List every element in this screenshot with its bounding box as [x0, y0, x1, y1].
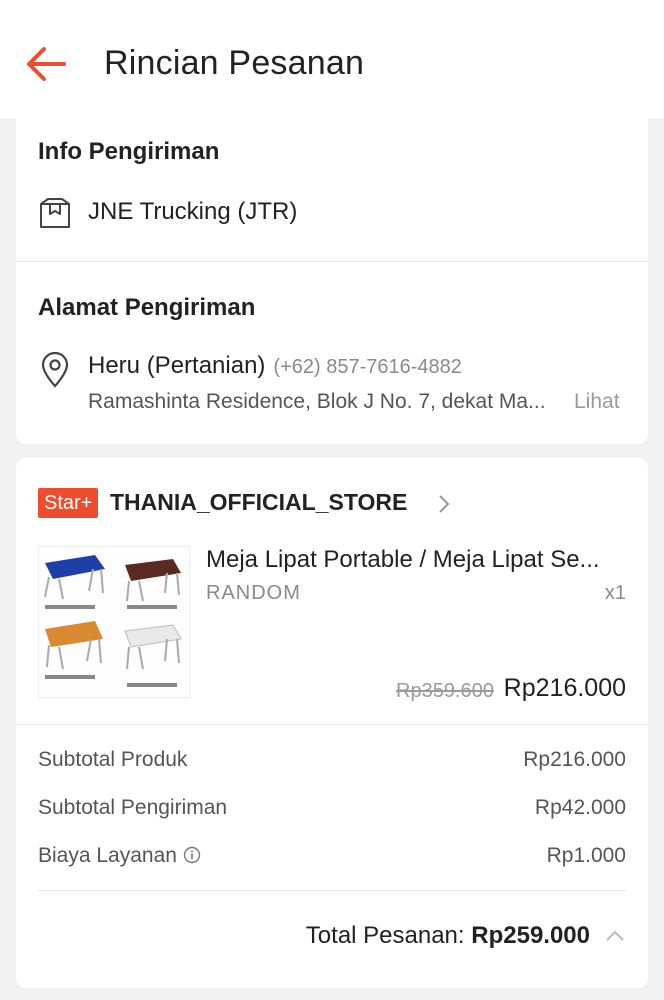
chevron-up-icon[interactable] — [604, 928, 626, 944]
summary-value-subtotal-shipping: Rp42.000 — [534, 796, 626, 819]
page-title: Rincian Pesanan — [104, 44, 365, 82]
address-title: Alamat Pengiriman — [38, 294, 256, 321]
summary-label-subtotal-product: Subtotal Produk — [38, 748, 188, 771]
product-quantity: x1 — [604, 582, 626, 604]
summary-value-subtotal-product: Rp216.000 — [523, 748, 626, 771]
order-total-value: Rp259.000 — [471, 922, 590, 949]
star-plus-badge: Star+ — [38, 488, 99, 518]
product-price: Rp216.000 — [503, 674, 626, 702]
location-pin-icon — [41, 352, 69, 388]
shipping-info-title: Info Pengiriman — [38, 138, 220, 165]
back-button[interactable] — [22, 42, 70, 86]
folding-table-image — [39, 547, 189, 697]
top-bar: Rincian Pesanan — [0, 0, 664, 118]
courier-name: JNE Trucking (JTR) — [88, 198, 298, 225]
summary-value-service-fee: Rp1.000 — [546, 844, 626, 867]
view-address-link[interactable]: Lihat — [574, 390, 620, 414]
info-icon[interactable] — [183, 846, 201, 864]
order-card: Star+ THANIA_OFFICIAL_STORE Meja Lipat P… — [16, 458, 648, 988]
recipient-name-text: Heru (Pertanian) — [88, 352, 266, 379]
original-price: Rp359.600 — [396, 680, 494, 702]
address-line: Ramashinta Residence, Blok J No. 7, deka… — [88, 390, 546, 413]
order-total: Total Pesanan: Rp259.000 — [306, 922, 590, 950]
summary-label-subtotal-shipping: Subtotal Pengiriman — [38, 796, 228, 819]
service-fee-text: Biaya Layanan — [38, 844, 177, 867]
product-name[interactable]: Meja Lipat Portable / Meja Lipat Se... — [206, 546, 626, 574]
recipient-phone: (+62) 857-7616-4882 — [273, 356, 462, 378]
arrow-left-icon — [27, 47, 66, 81]
recipient-name: Heru (Pertanian) (+62) 857-7616-4882 — [88, 352, 462, 380]
divider — [16, 261, 648, 262]
summary-label-service-fee: Biaya Layanan — [38, 844, 201, 868]
product-thumbnail[interactable] — [38, 546, 190, 698]
chevron-right-icon[interactable] — [436, 492, 452, 516]
divider — [38, 890, 626, 891]
truck-box-icon — [40, 198, 70, 228]
order-total-label: Total Pesanan: — [305, 922, 465, 949]
shipping-card: Info Pengiriman JNE Trucking (JTR) Alama… — [16, 118, 648, 444]
store-name[interactable]: THANIA_OFFICIAL_STORE — [110, 489, 407, 516]
divider — [16, 724, 648, 725]
product-variant: RANDOM — [206, 582, 301, 604]
